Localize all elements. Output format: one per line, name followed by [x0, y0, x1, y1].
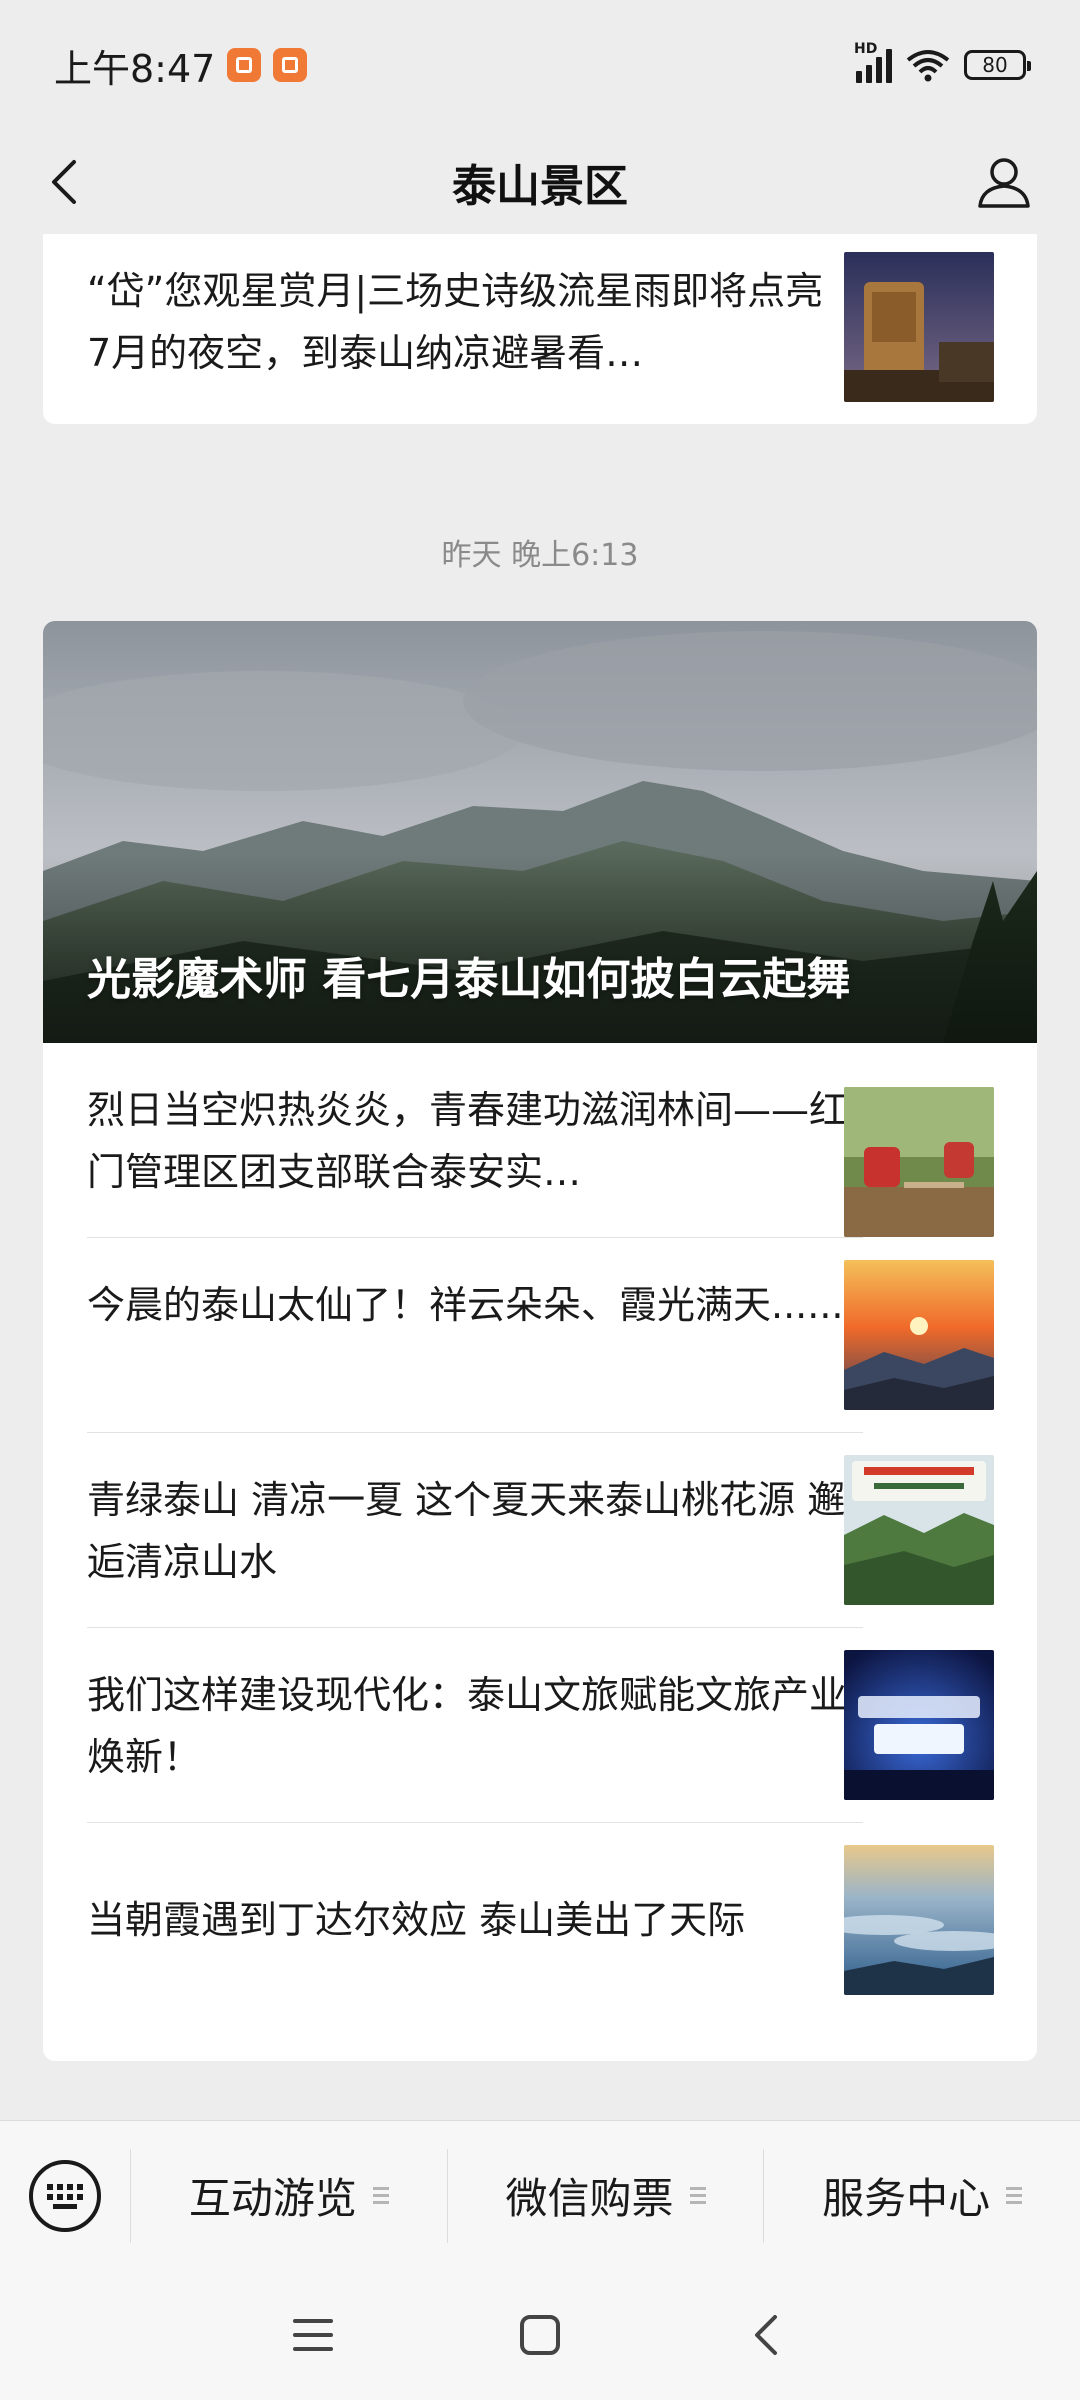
article-thumbnail [844, 1455, 994, 1605]
menu-label: 微信购票 [505, 2174, 674, 2223]
battery-icon: 80 [964, 50, 1031, 80]
menu-service-center[interactable]: 服务中心 [764, 2121, 1080, 2271]
article-item[interactable]: 我们这样建设现代化：泰山文旅赋能文旅产业焕新！ [43, 1628, 1037, 1822]
article-title: “岱”您观星赏月|三场史诗级流星雨即将点亮7月的夜空，到泰山纳凉避暑看… [87, 269, 824, 375]
message-list[interactable]: “岱”您观星赏月|三场史诗级流星雨即将点亮7月的夜空，到泰山纳凉避暑看… 昨天 … [0, 234, 1080, 2120]
bottom-menu: 互动游览 微信购票 服务中心 [0, 2120, 1080, 2270]
menu-label: 互动游览 [188, 2174, 357, 2223]
chevron-left-icon [754, 2315, 777, 2355]
article-item[interactable]: “岱”您观星赏月|三场史诗级流星雨即将点亮7月的夜空，到泰山纳凉避暑看… [43, 234, 1037, 424]
article-thumbnail [844, 252, 994, 402]
keyboard-icon [29, 2159, 101, 2232]
article-card-previous: “岱”您观星赏月|三场史诗级流星雨即将点亮7月的夜空，到泰山纳凉避暑看… [43, 234, 1037, 424]
article-item[interactable]: 烈日当空炽热炎炎，青春建功滋润林间——红门管理区团支部联合泰安实… [43, 1043, 1037, 1237]
article-thumbnail [844, 1260, 994, 1410]
article-thumbnail [844, 1087, 994, 1237]
article-title: 今晨的泰山太仙了！祥云朵朵、霞光满天...... [87, 1283, 844, 1327]
hero-title: 光影魔术师 看七月泰山如何披白云起舞 [87, 954, 851, 1005]
status-indicators: HD 80 [854, 41, 1031, 83]
wifi-icon [906, 50, 950, 82]
article-title: 烈日当空炽热炎炎，青春建功滋润林间——红门管理区团支部联合泰安实… [87, 1088, 847, 1194]
submenu-lines-icon [372, 2187, 389, 2204]
hero-article[interactable]: 光影魔术师 看七月泰山如何披白云起舞 [43, 621, 1037, 1043]
shopping-app-icon [227, 48, 262, 82]
profile-icon[interactable] [972, 150, 1036, 214]
system-back-button[interactable] [737, 2305, 797, 2365]
submenu-lines-icon [689, 2187, 706, 2204]
article-title: 青绿泰山 清凉一夏 这个夏天来泰山桃花源 邂逅清凉山水 [87, 1478, 846, 1584]
status-bar: 上午8:47 HD 80 [0, 0, 1080, 130]
article-thumbnail [844, 1845, 994, 1995]
header: 泰山景区 [0, 130, 1080, 234]
back-arrow-icon[interactable] [40, 156, 92, 208]
status-time: 上午8:47 [54, 46, 216, 91]
recent-apps-button[interactable] [283, 2305, 343, 2365]
notification-app-icon [273, 48, 308, 82]
article-card: 光影魔术师 看七月泰山如何披白云起舞 烈日当空炽热炎炎，青春建功滋润林间——红门… [43, 621, 1037, 2061]
article-item[interactable]: 今晨的泰山太仙了！祥云朵朵、霞光满天...... [43, 1238, 1037, 1432]
page-title: 泰山景区 [452, 161, 628, 212]
menu-wechat-ticket[interactable]: 微信购票 [448, 2121, 764, 2271]
menu-interactive-tour[interactable]: 互动游览 [131, 2121, 447, 2271]
article-title: 当朝霞遇到丁达尔效应 泰山美出了天际 [87, 1898, 746, 1942]
message-timestamp: 昨天 晚上6:13 [441, 538, 639, 573]
keyboard-toggle-button[interactable] [0, 2121, 130, 2271]
system-navigation-bar [0, 2270, 1080, 2400]
square-home-icon [519, 2315, 560, 2355]
article-item[interactable]: 青绿泰山 清凉一夏 这个夏天来泰山桃花源 邂逅清凉山水 [43, 1433, 1037, 1627]
article-title: 我们这样建设现代化：泰山文旅赋能文旅产业焕新！ [87, 1673, 847, 1779]
home-button[interactable] [510, 2305, 570, 2365]
menu-label: 服务中心 [822, 2174, 991, 2223]
menu-lines-icon [293, 2319, 334, 2351]
article-item[interactable]: 当朝霞遇到丁达尔效应 泰山美出了天际 [43, 1823, 1037, 2017]
hd-label: HD [854, 41, 878, 57]
battery-level: 80 [982, 53, 1008, 77]
submenu-lines-icon [1006, 2187, 1023, 2204]
cellular-signal-icon: HD [854, 41, 892, 83]
article-thumbnail [844, 1650, 994, 1800]
